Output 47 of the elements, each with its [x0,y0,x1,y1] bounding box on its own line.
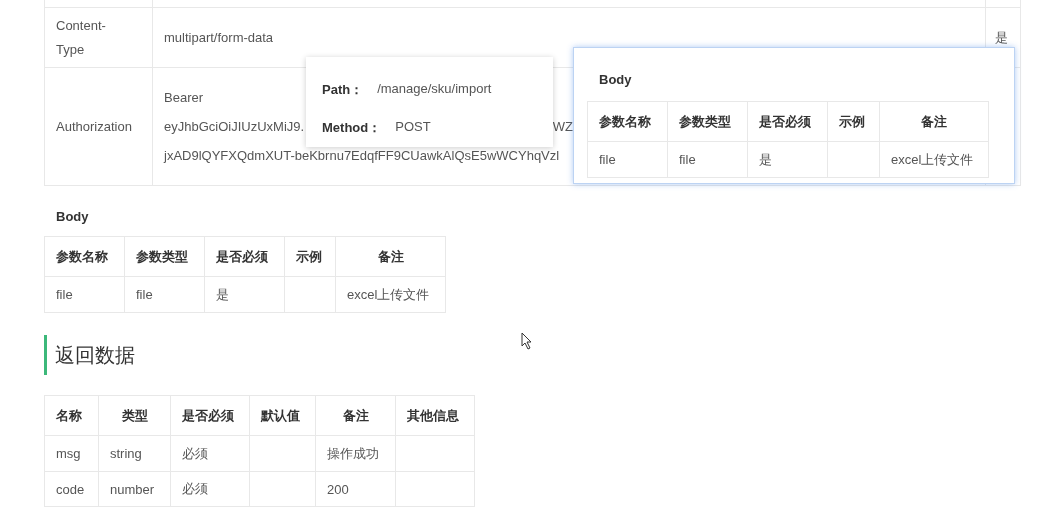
column-header: 备注 [316,396,396,436]
table-cell: file [45,277,125,313]
column-header: 类型 [99,396,171,436]
column-header: 默认值 [250,396,316,436]
table-cell-text: multipart/form-data [164,28,274,47]
section-title: Body [56,209,90,224]
table-cell: 操作成功 [316,436,396,472]
token-text: WZ [552,118,573,136]
column-header: 是否必须 [171,396,250,436]
table-cell: string [99,436,171,472]
table-cell-text: Bearer [164,89,204,107]
table-cell-text: jxAD9lQYFXQdmXUT-beKbrnu7EdqfFF9CUawkAlQsE5wWCYhqVzl [164,147,560,165]
table-cell: 必须 [171,472,250,507]
table-cell: 200 [316,472,396,507]
column-header: 备注 [336,237,446,277]
token-text: eyJhbGciOiJIUzUxMiJ9. [164,118,305,136]
table-cell: msg [45,436,99,472]
column-header: 是否必须 [205,237,285,277]
table-cell: excel上传文件 [880,142,989,178]
table-cell: number [99,472,171,507]
table-cell-text: Content- Type [56,16,107,59]
column-header: 是否必须 [748,102,828,142]
field-label: Path： [322,81,364,99]
column-header: 参数名称 [45,237,125,277]
section-title: Body [599,72,633,87]
column-header: 示例 [285,237,336,277]
table-cell: 必须 [171,436,250,472]
column-header: 参数类型 [668,102,748,142]
column-header: 示例 [828,102,880,142]
column-header: 参数名称 [588,102,668,142]
table-cell: file [125,277,205,313]
table-cell: file [668,142,748,178]
table-cell: code [45,472,99,507]
field-value: /manage/sku/import [377,81,492,98]
cursor-icon [521,332,533,350]
table-cell-text: Authorization [56,117,133,136]
field-label: Method： [322,119,382,137]
table-cell: 是 [205,277,285,313]
column-header: 其他信息 [396,396,475,436]
field-value: POST [395,119,431,136]
table-cell: excel上传文件 [336,277,446,313]
table-cell: 是 [748,142,828,178]
table-cell: file [588,142,668,178]
column-header: 备注 [880,102,989,142]
column-header: 名称 [45,396,99,436]
table-cell-text: 是 [995,28,1009,47]
column-header: 参数类型 [125,237,205,277]
